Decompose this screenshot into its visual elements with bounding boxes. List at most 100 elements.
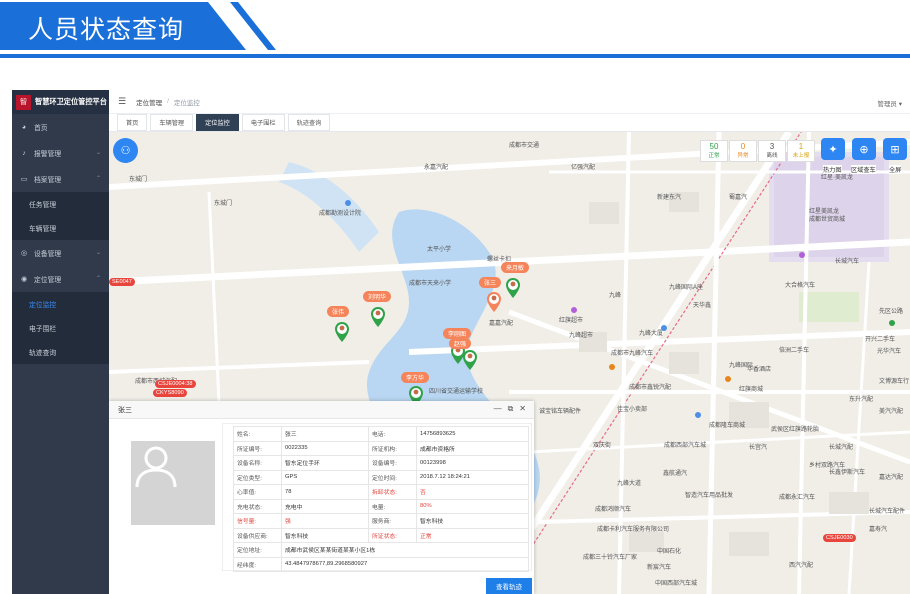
user-menu[interactable]: 管理员 ▾ — [877, 98, 902, 108]
map-label: 成都西部汽车城 — [664, 443, 707, 449]
poi-pin — [725, 376, 731, 382]
map-label: 乡村双路汽车 — [809, 463, 846, 469]
map-label: 武侯区红旗路轮胎 — [771, 427, 820, 433]
map-label: 中国西部汽车城 — [655, 581, 698, 587]
field-label: 充电状态: — [233, 498, 282, 514]
map-label: 成都市九峰汽车 — [611, 351, 654, 357]
area-search-button[interactable]: ⊕ — [852, 138, 876, 160]
person-marker[interactable] — [463, 350, 477, 370]
field-label: 服务商: — [368, 513, 417, 529]
person-label[interactable]: 刘明华 — [363, 291, 392, 302]
top-bar: ☰ 定位管理 / 定位监控 管理员 ▾ — [109, 90, 910, 114]
stat-number: 3 — [769, 142, 775, 151]
sidebar-item-archive[interactable]: ▭ 档案管理 ⌃ — [12, 166, 109, 192]
sidebar-item-label: 首页 — [34, 125, 48, 132]
tab-fence[interactable]: 电子围栏 — [241, 114, 285, 131]
poi-pin — [345, 200, 351, 206]
sidebar-item-track[interactable]: 轨迹查询 — [12, 340, 109, 364]
main-area: ☰ 定位管理 / 定位监控 管理员 ▾ 首页 车辆管理 定位监控 电子围栏 轨迹… — [109, 90, 910, 594]
map-label: 成都勘测设计院 — [319, 211, 362, 217]
tab-track[interactable]: 轨迹查询 — [287, 114, 331, 131]
sidebar-item-label: 定位管理 — [34, 277, 62, 284]
stat-number: 1 — [798, 142, 804, 151]
bell-icon: ♪ — [22, 149, 26, 157]
field-value: 张三 — [281, 426, 369, 442]
map-label: 光华汽车 — [877, 349, 902, 355]
map-label: 九峰大道 — [617, 481, 642, 487]
panel-controls: — ⧉ ✕ — [494, 404, 526, 414]
screen: 人员状态查询 智 智慧环卫定位管控平台 ◕ 首页 ♪ 报警管理 ⌄ ▭ 档案管理… — [0, 0, 910, 594]
map-label: 嘉嘉汽配 — [489, 321, 514, 327]
menu-toggle-icon[interactable]: ☰ — [118, 96, 126, 107]
avatar — [131, 441, 215, 525]
person-label[interactable]: 张伟 — [327, 306, 350, 317]
view-track-button[interactable]: 查看轨迹 — [486, 578, 532, 594]
field-value: 强 — [281, 513, 369, 529]
group-locate-button[interactable]: ⚇ — [113, 138, 138, 163]
page-title: 人员状态查询 — [28, 16, 185, 44]
field-value: 充电中 — [281, 498, 369, 514]
stat-abnormal[interactable]: 0 异常 — [729, 140, 757, 162]
map-label: 诚宝铭车辆配件 — [539, 409, 582, 415]
sidebar-item-tasks[interactable]: 任务管理 — [12, 192, 109, 216]
vehicle-label[interactable]: CSJE0030 — [823, 534, 856, 542]
sidebar-item-monitor[interactable]: 定位监控 — [12, 292, 109, 316]
person-info-table: 姓名: 张三 电话: 14756893625 所证编号: 0022335 所证机… — [233, 426, 529, 572]
map-label: 嘉寿汽 — [869, 527, 888, 533]
sidebar-item-fence[interactable]: 电子围栏 — [12, 316, 109, 340]
minimize-icon[interactable]: — — [494, 404, 502, 414]
person-marker[interactable] — [506, 278, 520, 298]
stat-offline[interactable]: 3 离线 — [758, 140, 786, 162]
poi-pin — [661, 325, 667, 331]
person-marker[interactable] — [335, 322, 349, 342]
breadcrumb-root[interactable]: 定位管理 — [136, 97, 162, 107]
map-label: 新宸汽车 — [647, 565, 672, 571]
field-value: 智东科技 — [416, 513, 529, 529]
person-marker[interactable] — [371, 307, 385, 327]
poi-pin — [695, 412, 701, 418]
stat-number: 0 — [740, 142, 746, 151]
sidebar-item-location[interactable]: ◉ 定位管理 ⌃ — [12, 266, 109, 292]
tab-home[interactable]: 首页 — [117, 114, 148, 131]
sidebar-item-home[interactable]: ◕ 首页 — [12, 114, 109, 140]
person-label[interactable]: 赵强 — [449, 338, 472, 349]
field-label: 定位类型: — [233, 469, 282, 485]
field-label: 经纬度: — [233, 556, 282, 572]
field-label: 设备供应商: — [233, 527, 282, 543]
stat-label: 未上报 — [792, 153, 810, 159]
person-label[interactable]: 李方华 — [401, 372, 430, 383]
map-view[interactable]: 东城门 东城门 永嘉汽配 成都市交通 亿强汽配 新建东汽 蜀嘉汽 红星·美凯龙 … — [109, 132, 910, 594]
chevron-down-icon: ⌄ — [95, 250, 101, 256]
vehicle-label[interactable]: SE0047 — [109, 278, 135, 286]
heatmap-button[interactable]: ✦ — [821, 138, 845, 160]
sidebar-item-devices[interactable]: ◎ 设备管理 ⌄ — [12, 240, 109, 266]
map-label: 东城门 — [129, 177, 148, 183]
person-marker[interactable] — [487, 292, 501, 312]
stat-normal[interactable]: 50 正常 — [700, 140, 728, 162]
sidebar-item-alarm[interactable]: ♪ 报警管理 ⌄ — [12, 140, 109, 166]
person-label[interactable]: 来月敏 — [501, 262, 530, 273]
sidebar-item-vehicles[interactable]: 车辆管理 — [12, 216, 109, 240]
tab-vehicles[interactable]: 车辆管理 — [150, 114, 194, 131]
stat-unreported[interactable]: 1 未上报 — [787, 140, 815, 162]
field-value: 14756893625 — [416, 426, 529, 442]
people-icon: ⚇ — [120, 145, 131, 157]
fullscreen-button[interactable]: ⊞ — [883, 138, 907, 160]
field-value: 00123998 — [416, 455, 529, 471]
restore-icon[interactable]: ⧉ — [508, 404, 514, 414]
tab-monitor[interactable]: 定位监控 — [196, 114, 239, 131]
page-banner: 人员状态查询 — [0, 0, 910, 58]
app-title: 智慧环卫定位管控平台 — [35, 97, 107, 106]
map-label: 长宫汽 — [749, 445, 768, 451]
vehicle-label[interactable]: CKYS8090 — [153, 389, 187, 397]
panel-title: 张三 — [118, 406, 132, 414]
person-label[interactable]: 张三 — [479, 277, 502, 288]
close-icon[interactable]: ✕ — [519, 404, 526, 414]
field-value: 43.4847978677,89.2968580927 — [281, 556, 529, 572]
stat-number: 50 — [709, 142, 719, 151]
field-label: 定位时间: — [368, 469, 417, 485]
table-row: 设备名称: 智东定位手环 设备编号: 00123998 — [233, 455, 529, 471]
field-label: 电话: — [368, 426, 417, 442]
field-label: 信号量: — [233, 513, 282, 529]
vehicle-label[interactable]: CSJE0004:38 — [155, 380, 196, 388]
